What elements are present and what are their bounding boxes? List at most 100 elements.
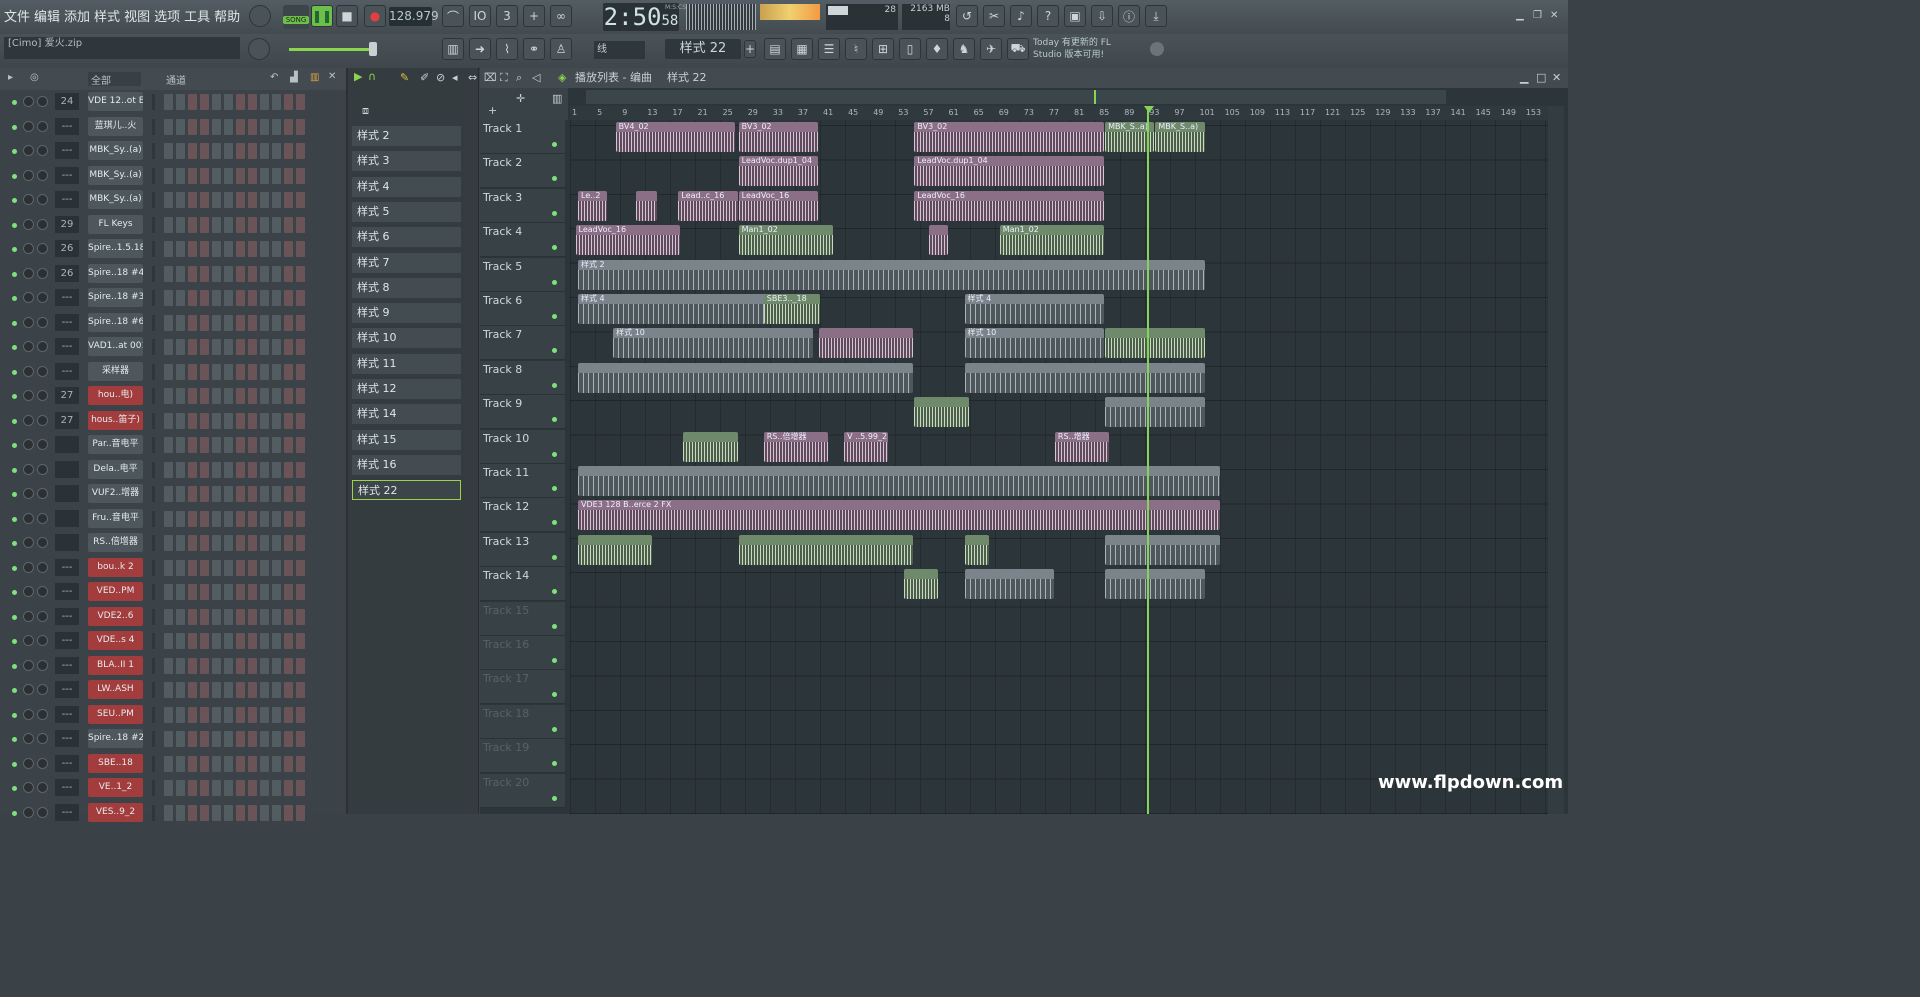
pattern-item[interactable]: 样式 14 <box>352 404 461 425</box>
rack-filter[interactable]: 全部 <box>88 72 141 87</box>
step-button[interactable] <box>272 290 281 306</box>
track-header[interactable]: Track 7 <box>480 326 565 361</box>
playlist-clip[interactable] <box>904 569 939 600</box>
mute-led[interactable] <box>12 247 17 252</box>
step-button[interactable] <box>284 535 293 551</box>
step-button[interactable] <box>188 682 197 698</box>
mixer-track-number[interactable]: --- <box>55 803 79 821</box>
mute-led[interactable] <box>12 222 17 228</box>
step-button[interactable] <box>272 510 281 527</box>
step-button[interactable] <box>296 706 305 723</box>
step-button[interactable] <box>164 363 173 380</box>
step-button[interactable] <box>188 412 197 429</box>
track-header[interactable]: Track 6 <box>480 292 565 326</box>
step-button[interactable] <box>176 780 185 796</box>
step-button[interactable] <box>212 510 221 527</box>
step-button[interactable] <box>176 216 185 233</box>
step-button[interactable] <box>176 94 185 110</box>
channel-row[interactable]: --- SEU..PM <box>0 703 346 727</box>
step-button[interactable] <box>236 682 245 698</box>
rack-close-icon[interactable]: ✕ <box>328 71 336 82</box>
step-sequencer[interactable] <box>164 706 322 723</box>
step-button[interactable] <box>176 437 185 453</box>
step-button[interactable] <box>212 339 221 355</box>
step-button[interactable] <box>296 241 305 257</box>
mute-icon[interactable]: ◂ <box>452 68 458 88</box>
playhead[interactable] <box>1147 106 1149 814</box>
playlist-clip[interactable] <box>1105 397 1205 428</box>
channel-row[interactable]: --- LW..ASH <box>0 678 346 702</box>
step-button[interactable] <box>164 486 173 502</box>
step-button[interactable] <box>200 94 209 110</box>
step-button[interactable] <box>200 216 209 233</box>
step-button[interactable] <box>200 290 209 306</box>
step-button[interactable] <box>200 584 209 600</box>
step-button[interactable] <box>284 706 293 723</box>
step-button[interactable] <box>164 167 173 184</box>
mute-led[interactable] <box>12 198 17 203</box>
channel-name-button[interactable]: MBK_Sy..(a) <box>88 190 143 209</box>
step-button[interactable] <box>224 437 233 453</box>
step-button[interactable] <box>296 461 305 478</box>
pattern-view-icon[interactable]: ⧈ <box>362 104 369 118</box>
step-button[interactable] <box>236 755 245 772</box>
mute-led[interactable] <box>12 541 17 546</box>
step-button[interactable] <box>260 461 269 478</box>
step-button[interactable] <box>212 755 221 772</box>
snap-select[interactable]: 线 <box>594 41 645 59</box>
step-button[interactable] <box>248 363 257 380</box>
mixer-track-number[interactable]: 26 <box>55 264 79 282</box>
volume-knob[interactable] <box>37 512 48 524</box>
mixer-track-number[interactable]: --- <box>55 191 79 208</box>
menu-item-6[interactable]: 工具 <box>184 10 210 25</box>
step-button[interactable] <box>236 388 245 404</box>
mixer-track-number[interactable]: --- <box>55 754 79 772</box>
pattern-item[interactable]: 样式 9 <box>352 303 461 324</box>
volume-knob[interactable] <box>37 169 48 181</box>
playlist-clip[interactable]: RS..增器 <box>1054 431 1110 462</box>
track-header[interactable]: Track 15 <box>480 601 565 636</box>
menu-item-0[interactable]: 文件 <box>4 10 30 25</box>
step-button[interactable] <box>176 731 185 747</box>
playlist-clip[interactable] <box>738 534 914 565</box>
playlist-clip[interactable]: VDE3 128 B..erce 2 FX <box>578 500 1220 531</box>
step-button[interactable] <box>176 290 185 306</box>
step-button[interactable] <box>248 94 257 110</box>
step-button[interactable] <box>224 510 233 527</box>
step-button[interactable] <box>212 584 221 600</box>
channel-row[interactable]: 26 Spire..18 #4 <box>0 262 346 286</box>
step-button[interactable] <box>188 192 197 208</box>
step-button[interactable] <box>248 437 257 453</box>
paint-icon[interactable]: ✐ <box>420 68 429 88</box>
playlist-clip[interactable]: V ..5.99_2 <box>844 431 889 462</box>
step-button[interactable] <box>212 608 221 625</box>
pattern-item[interactable]: 样式 8 <box>352 277 461 298</box>
mute-led[interactable] <box>12 590 17 595</box>
mixer-track-number[interactable]: 24 <box>55 93 79 110</box>
step-button[interactable] <box>296 510 305 527</box>
channel-row[interactable]: VUF2..增器 <box>0 482 346 506</box>
volume-knob[interactable] <box>37 267 48 279</box>
slice-icon[interactable]: ⌧ <box>484 68 497 88</box>
pan-knob[interactable] <box>23 708 34 720</box>
track-header[interactable]: Track 19 <box>480 739 565 774</box>
step-button[interactable] <box>296 559 305 576</box>
stop-button[interactable]: ■ <box>336 5 358 27</box>
step-sequencer[interactable] <box>164 363 322 380</box>
step-button[interactable] <box>188 608 197 625</box>
step-button[interactable] <box>236 192 245 208</box>
step-sequencer[interactable] <box>164 94 322 110</box>
step-button[interactable] <box>200 633 209 649</box>
step-button[interactable] <box>248 682 257 698</box>
step-button[interactable] <box>236 486 245 502</box>
step-button[interactable] <box>236 510 245 527</box>
browser-button[interactable]: ⊞ <box>872 38 894 60</box>
channel-name-button[interactable]: VES..9_2 <box>88 802 143 822</box>
step-button[interactable] <box>248 633 257 649</box>
pan-knob[interactable] <box>23 365 34 377</box>
step-button[interactable] <box>260 584 269 600</box>
step-button[interactable] <box>164 437 173 453</box>
mixer-track-number[interactable]: --- <box>55 313 79 331</box>
step-button[interactable] <box>224 143 233 159</box>
step-button[interactable] <box>224 559 233 576</box>
